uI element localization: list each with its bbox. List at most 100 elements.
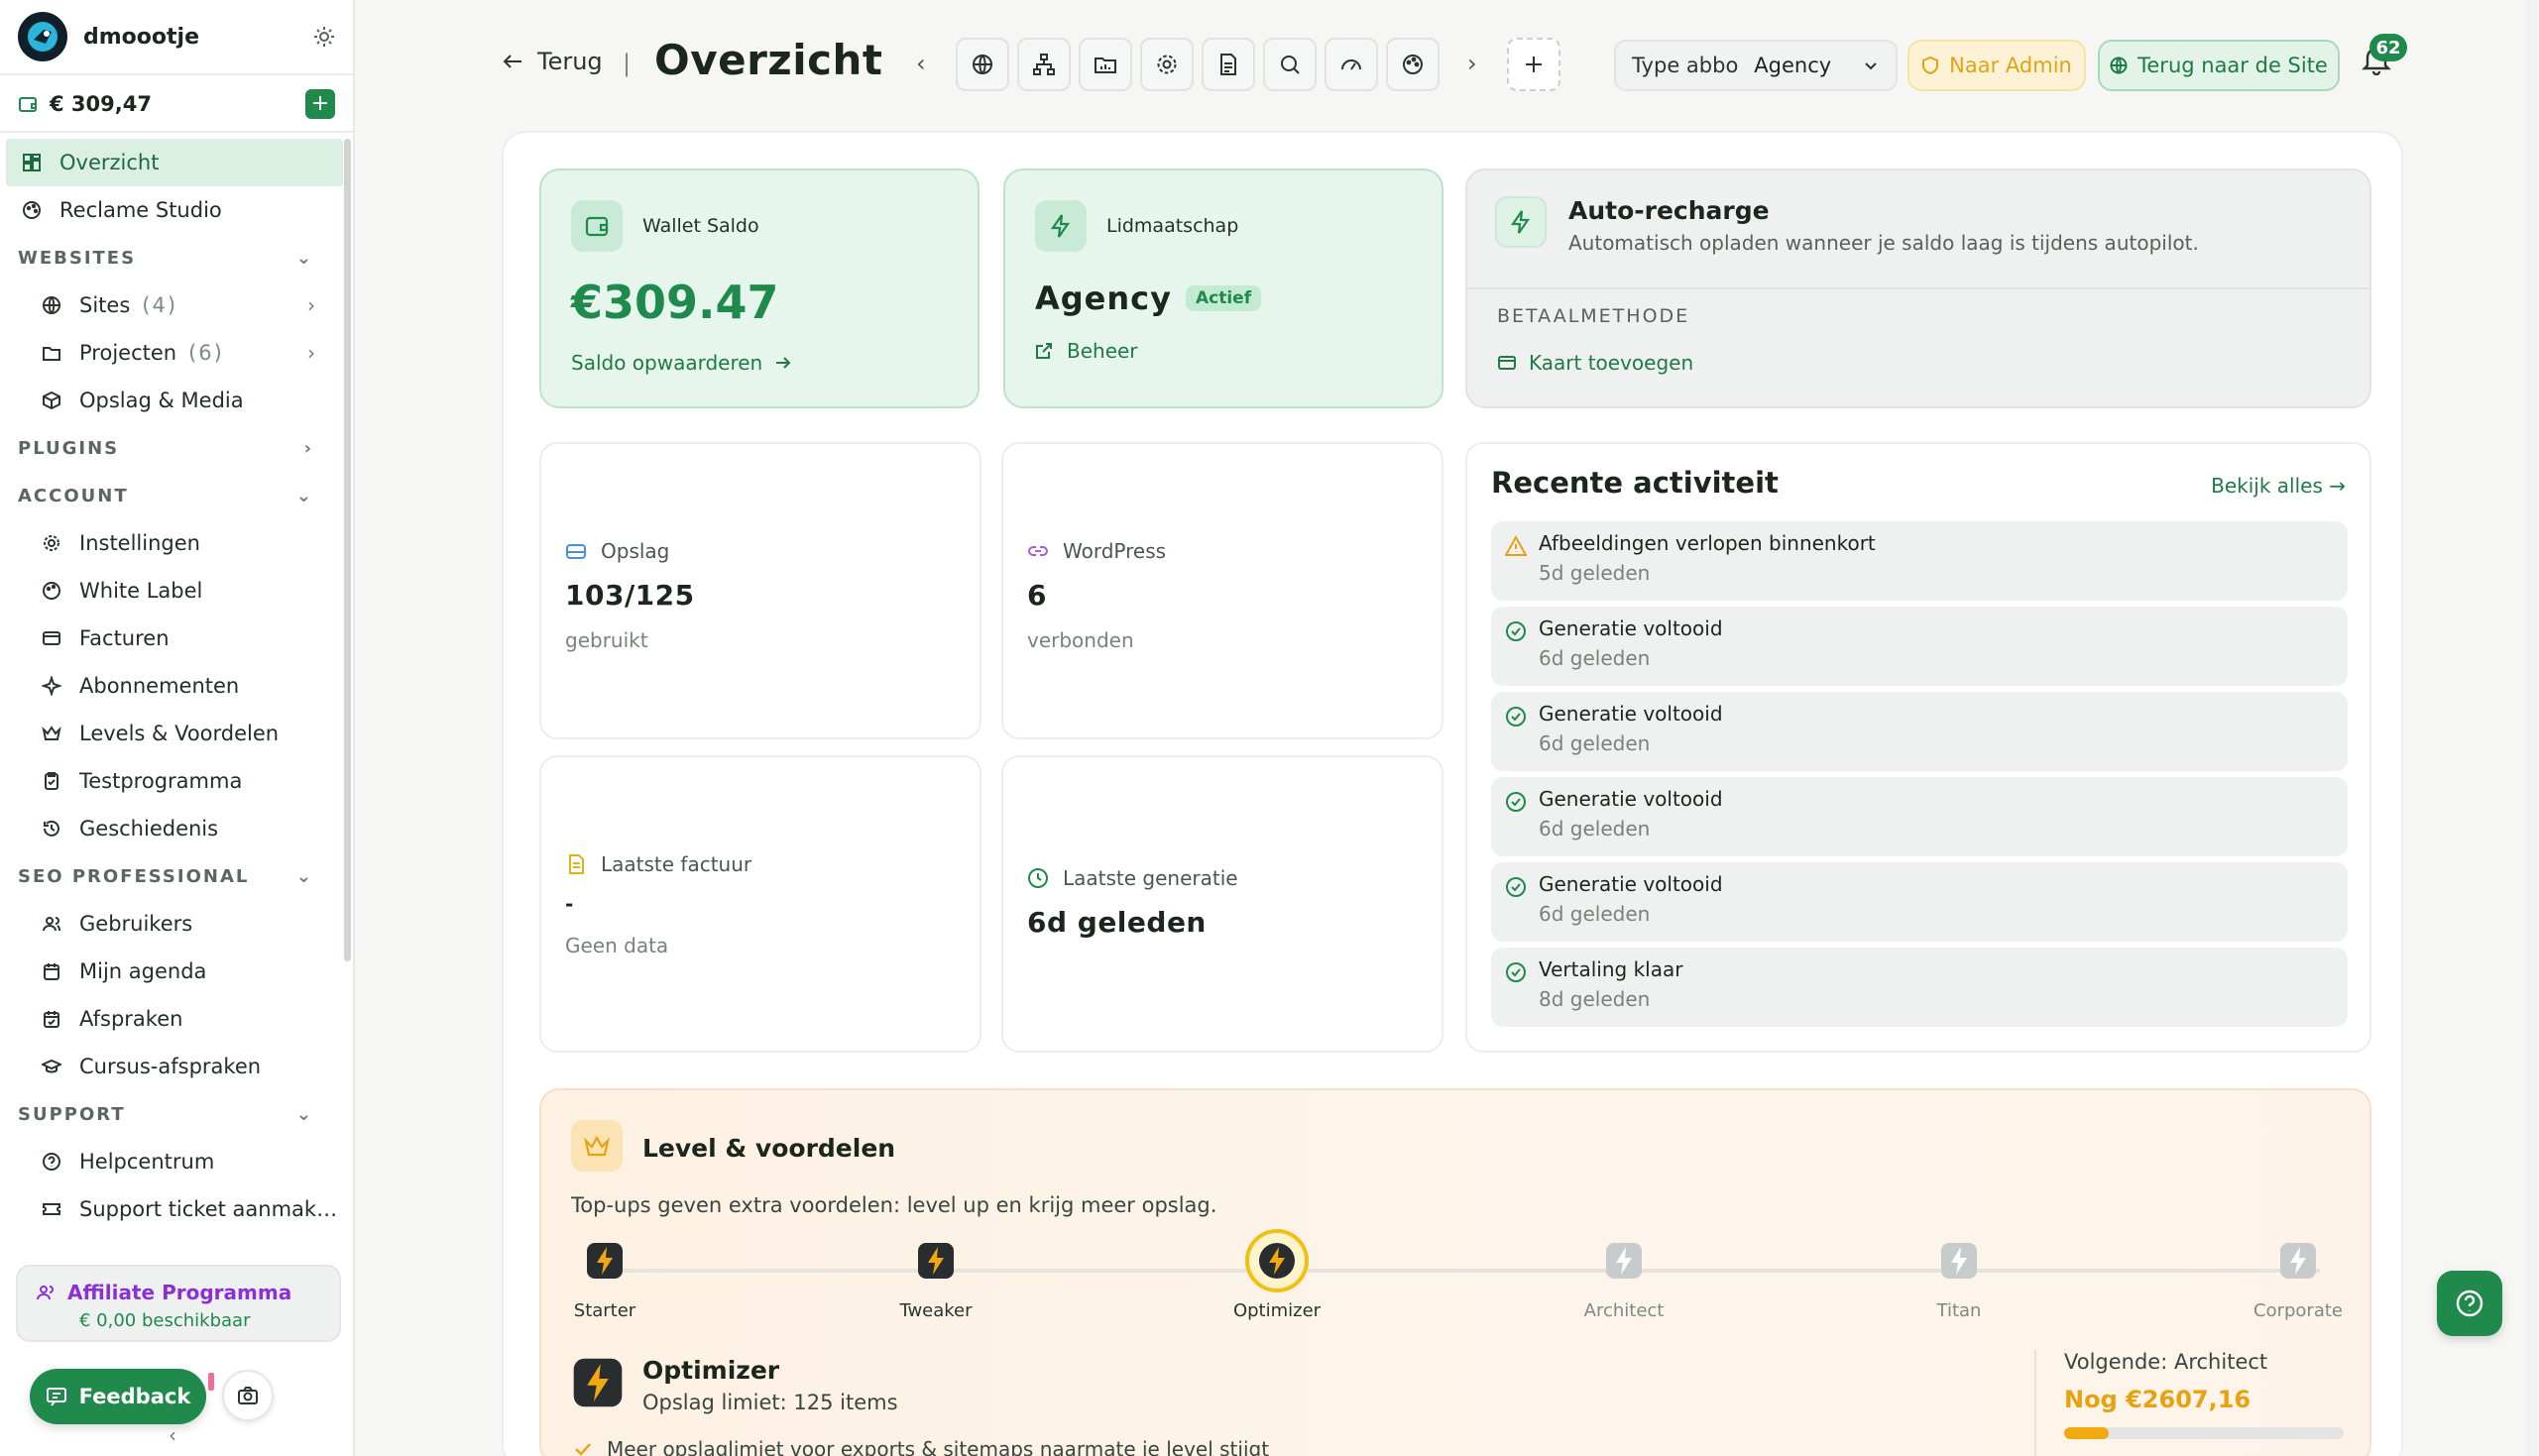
- section-plugins[interactable]: PLUGINS ›: [0, 424, 343, 472]
- tool-document-button[interactable]: [1202, 38, 1255, 91]
- activity-time: 5d geleden: [1539, 561, 1651, 585]
- level-step-tweaker[interactable]: Tweaker: [837, 1239, 1035, 1321]
- plus-icon: [1522, 53, 1546, 76]
- sidebar-item-geschiedenis[interactable]: Geschiedenis: [0, 805, 343, 852]
- graduation-cap-icon: [40, 1055, 63, 1078]
- collapse-sidebar-icon[interactable]: ‹: [169, 1423, 176, 1447]
- activity-text: Vertaling klaar: [1539, 957, 1683, 981]
- section-support[interactable]: SUPPORT ⌄: [0, 1090, 343, 1138]
- sidebar-item-opslag[interactable]: Opslag & Media: [0, 377, 343, 424]
- sidebar-item-testprogramma[interactable]: Testprogramma: [0, 757, 343, 805]
- tool-settings-button[interactable]: [1140, 38, 1194, 91]
- feedback-indicator: [208, 1373, 214, 1391]
- activity-time: 6d geleden: [1539, 731, 1651, 755]
- wallet-icon: [18, 94, 38, 114]
- next-level: Volgende: Architect Nog €2607,16: [2034, 1350, 2344, 1456]
- sidebar-item-agenda[interactable]: Mijn agenda: [0, 948, 343, 995]
- sidebar-item-instellingen[interactable]: Instellingen: [0, 519, 343, 567]
- subscription-type-select[interactable]: Type abbo Agency: [1614, 40, 1898, 91]
- activity-item[interactable]: Generatie voltooid 6d geleden: [1491, 862, 2348, 942]
- admin-button[interactable]: Naar Admin: [1907, 40, 2086, 91]
- page-scrollbar[interactable]: [2526, 0, 2538, 1456]
- chevron-down-icon: ⌄: [295, 1103, 313, 1125]
- screenshot-button[interactable]: [222, 1370, 274, 1421]
- tool-structure-button[interactable]: [1017, 38, 1071, 91]
- folder-icon: [40, 341, 63, 365]
- invoice-sub: Geen data: [565, 934, 669, 957]
- section-label: PLUGINS: [18, 437, 120, 459]
- lightning-badge-icon: [1937, 1239, 1981, 1283]
- topup-link[interactable]: Saldo opwaarderen: [571, 351, 948, 375]
- check-icon: [573, 1439, 593, 1456]
- sidebar-item-sites[interactable]: Sites (4) ›: [0, 281, 343, 329]
- tool-design-button[interactable]: [1386, 38, 1440, 91]
- section-seo[interactable]: SEO PROFESSIONAL ⌄: [0, 852, 343, 900]
- avatar[interactable]: [18, 12, 67, 61]
- sidebar-item-label: Levels & Voordelen: [79, 722, 280, 745]
- back-label: Terug: [537, 48, 603, 75]
- level-step-architect[interactable]: Architect: [1525, 1239, 1723, 1321]
- globe-icon: [971, 53, 994, 76]
- sidebar-item-ticket[interactable]: Support ticket aanmak…: [0, 1185, 343, 1233]
- level-step-optimizer[interactable]: Optimizer: [1178, 1229, 1376, 1321]
- sidebar-item-levels[interactable]: Levels & Voordelen: [0, 710, 343, 757]
- crown-icon: [40, 722, 63, 745]
- gear-icon: [40, 531, 63, 555]
- activity-item[interactable]: Vertaling klaar 8d geleden: [1491, 948, 2348, 1027]
- activity-item[interactable]: Generatie voltooid 6d geleden: [1491, 607, 2348, 686]
- back-button[interactable]: Terug: [502, 48, 603, 75]
- membership-plan: Agency: [1035, 280, 1172, 317]
- admin-label: Naar Admin: [1949, 54, 2072, 77]
- invoice-value: -: [565, 892, 574, 916]
- manage-link[interactable]: Beheer: [1035, 339, 1412, 363]
- sidebar-scrollbar[interactable]: [344, 139, 351, 961]
- chevron-right-icon: ›: [307, 293, 315, 317]
- activity-item[interactable]: Generatie voltooid 6d geleden: [1491, 692, 2348, 771]
- credit-card-icon: [40, 626, 63, 650]
- activity-item[interactable]: Afbeeldingen verlopen binnenkort 5d gele…: [1491, 521, 2348, 601]
- level-step-starter[interactable]: Starter: [506, 1239, 704, 1321]
- level-step-titan[interactable]: Titan: [1860, 1239, 2058, 1321]
- sidebar-item-whitelabel[interactable]: White Label: [0, 567, 343, 615]
- palette-icon: [40, 579, 63, 603]
- sidebar-item-facturen[interactable]: Facturen: [0, 615, 343, 662]
- sidebar-item-label: Afspraken: [79, 1007, 183, 1031]
- back-to-site-button[interactable]: Terug naar de Site: [2098, 40, 2340, 91]
- chevron-right-icon[interactable]: ›: [1467, 50, 1477, 77]
- section-account[interactable]: ACCOUNT ⌄: [0, 472, 343, 519]
- affiliate-card[interactable]: Affiliate Programma € 0,00 beschikbaar: [16, 1265, 341, 1342]
- auto-recharge-description: Automatisch opladen wanneer je saldo laa…: [1568, 231, 2199, 255]
- sidebar-nav: Overzicht Reclame Studio WEBSITES ⌄ Site…: [0, 139, 343, 1249]
- sidebar-item-projecten[interactable]: Projecten (6) ›: [0, 329, 343, 377]
- sidebar-item-afspraken[interactable]: Afspraken: [0, 995, 343, 1043]
- tool-search-button[interactable]: [1263, 38, 1317, 91]
- chevron-left-icon[interactable]: ‹: [916, 50, 926, 77]
- sidebar-item-label: Geschiedenis: [79, 817, 219, 840]
- clipboard-icon: [40, 769, 63, 793]
- level-step-corporate[interactable]: Corporate: [2199, 1239, 2397, 1321]
- username: dmoootje: [83, 24, 199, 50]
- tool-speed-button[interactable]: [1325, 38, 1378, 91]
- sidebar-item-gebruikers[interactable]: Gebruikers: [0, 900, 343, 948]
- section-websites[interactable]: WEBSITES ⌄: [0, 234, 343, 281]
- activity-item[interactable]: Generatie voltooid 6d geleden: [1491, 777, 2348, 856]
- palette-icon: [1401, 53, 1425, 76]
- sidebar-item-reclame[interactable]: Reclame Studio: [0, 186, 343, 234]
- add-funds-button[interactable]: +: [305, 89, 335, 119]
- feedback-button[interactable]: Feedback: [30, 1369, 206, 1424]
- sidebar-item-abonnementen[interactable]: Abonnementen: [0, 662, 343, 710]
- sidebar-item-cursus[interactable]: Cursus-afspraken: [0, 1043, 343, 1090]
- add-tool-button[interactable]: [1507, 38, 1560, 91]
- sidebar-item-overzicht[interactable]: Overzicht: [6, 139, 343, 186]
- tool-projects-button[interactable]: [1079, 38, 1132, 91]
- payment-method-caption: BETAALMETHODE: [1497, 305, 1690, 327]
- view-all-link[interactable]: Bekijk alles →: [2211, 474, 2346, 498]
- tool-sites-button[interactable]: [956, 38, 1009, 91]
- sidebar-item-helpcentrum[interactable]: Helpcentrum: [0, 1138, 343, 1185]
- sun-icon[interactable]: [313, 26, 335, 48]
- add-card-link[interactable]: Kaart toevoegen: [1497, 351, 1693, 375]
- sparkles-icon: [40, 674, 63, 698]
- sidebar-item-label: Cursus-afspraken: [79, 1055, 262, 1078]
- help-button[interactable]: [2437, 1271, 2502, 1336]
- sidebar-item-label: Opslag & Media: [79, 389, 244, 412]
